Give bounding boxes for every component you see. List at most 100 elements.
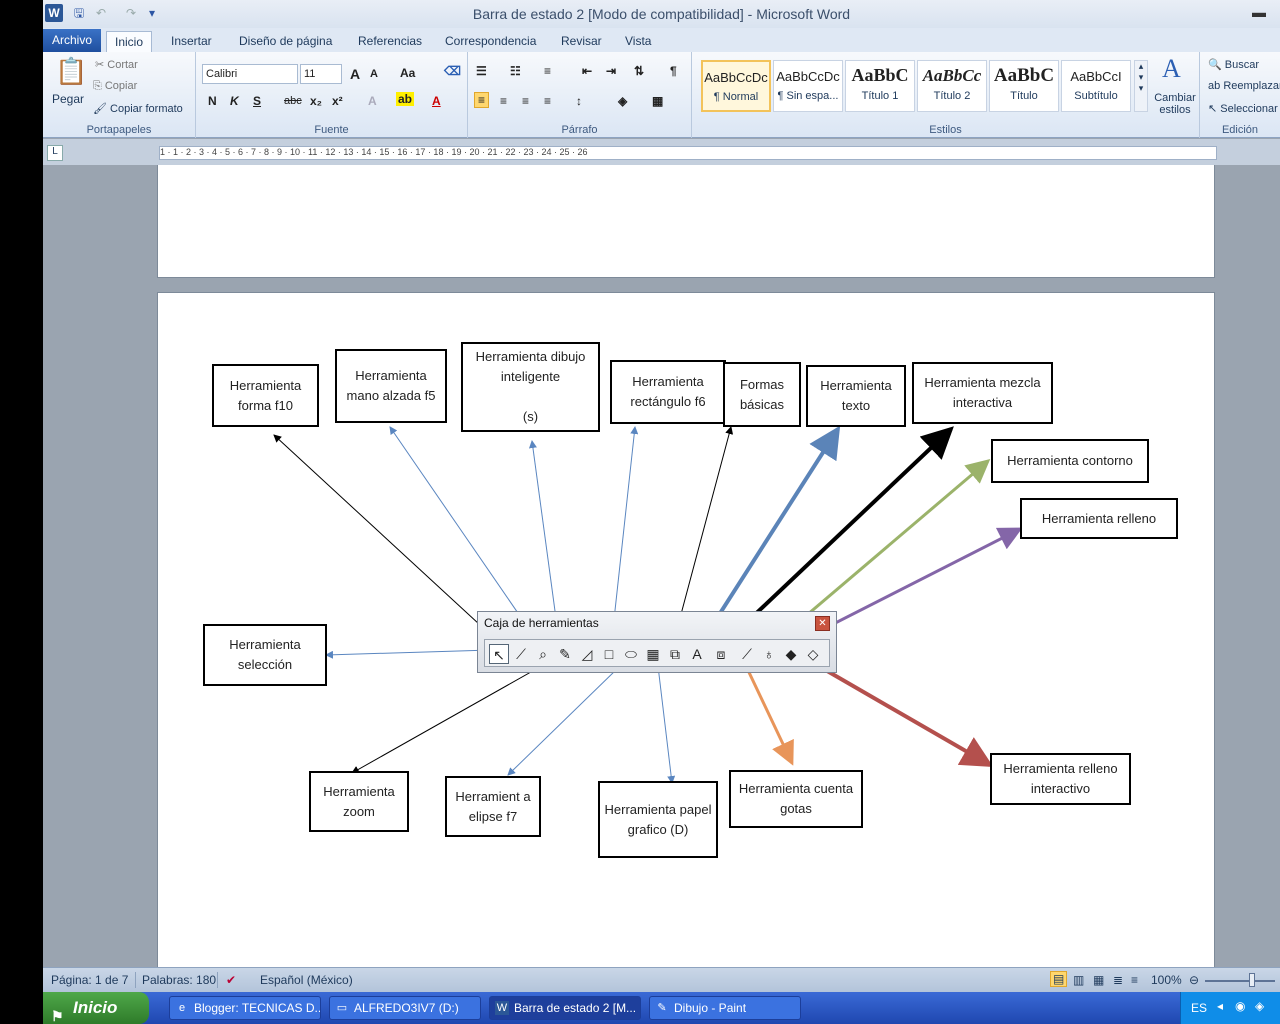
draft-view-icon[interactable]: ≡ <box>1131 973 1138 987</box>
tab-vista[interactable]: Vista <box>617 31 659 52</box>
basic-shapes-tool-icon[interactable]: ⧉ <box>665 644 685 664</box>
align-left-icon[interactable]: ≡ <box>474 92 490 108</box>
increase-indent-icon[interactable]: ⇥ <box>606 64 616 78</box>
zoom-slider[interactable] <box>1205 980 1275 982</box>
outline-view-icon[interactable]: ≣ <box>1113 973 1123 987</box>
change-case-button[interactable]: Aa <box>400 66 415 80</box>
label-cuenta-gotas[interactable]: Herramienta cuenta gotas <box>729 770 863 828</box>
label-mezcla[interactable]: Herramienta mezcla interactiva <box>912 362 1053 424</box>
language[interactable]: Español (México) <box>260 973 353 987</box>
tab-referencias[interactable]: Referencias <box>350 31 430 52</box>
label-texto[interactable]: Herramienta texto <box>806 365 906 427</box>
align-right-icon[interactable]: ≡ <box>522 94 529 108</box>
cut-button[interactable]: ✂ Cortar <box>95 58 138 71</box>
label-mano-alzada[interactable]: Herramienta mano alzada f5 <box>335 349 447 423</box>
outline-tool-icon[interactable]: ♁ <box>759 644 779 664</box>
interactive-fill-tool-icon[interactable]: ◇ <box>803 644 823 664</box>
change-styles-button[interactable]: Cambiar estilos <box>1150 92 1200 116</box>
style-normal[interactable]: AaBbCcDc ¶ Normal <box>701 60 771 112</box>
zoom-slider-thumb[interactable] <box>1249 973 1255 987</box>
subscript-button[interactable]: x₂ <box>310 94 322 108</box>
zoom-tool-icon[interactable]: ⌕ <box>533 644 553 664</box>
text-tool-icon[interactable]: A <box>687 644 707 664</box>
style-subtitulo[interactable]: AaBbCcI Subtítulo <box>1061 60 1131 112</box>
label-seleccion[interactable]: Herramienta selección <box>203 624 327 686</box>
font-color-icon[interactable]: A <box>432 94 441 108</box>
tray-expand-icon[interactable]: ◂ <box>1217 999 1223 1013</box>
task-word[interactable]: W Barra de estado 2 [M... <box>489 996 641 1020</box>
zoom-out-icon[interactable]: ⊖ <box>1189 973 1199 987</box>
toolbox-close-icon[interactable]: ✕ <box>815 616 830 631</box>
page-current[interactable]: Herramienta forma f10 Herramienta mano a… <box>157 292 1215 967</box>
shape-tool-icon[interactable]: ⟋ <box>511 644 531 664</box>
font-size-select[interactable]: 11 <box>300 64 342 84</box>
select-button[interactable]: ↖ Seleccionar <box>1208 102 1278 115</box>
find-button[interactable]: 🔍 Buscar <box>1208 58 1259 71</box>
tab-revisar[interactable]: Revisar <box>553 31 610 52</box>
label-dibujo-inteligente[interactable]: Herramienta dibujo inteligente (s) <box>461 342 600 432</box>
toolbox-image[interactable]: Caja de herramientas ✕ ↖ ⟋ ⌕ ✎ ◿ □ ⬭ ▦ ⧉… <box>477 611 837 673</box>
graph-paper-tool-icon[interactable]: ▦ <box>643 644 663 664</box>
label-elipse[interactable]: Herramient a elipse f7 <box>445 776 541 837</box>
pick-tool-icon[interactable]: ↖ <box>489 644 509 664</box>
language-indicator[interactable]: ES <box>1191 1001 1207 1015</box>
task-explorer[interactable]: ▭ ALFREDO3IV7 (D:) <box>329 996 481 1020</box>
freehand-tool-icon[interactable]: ✎ <box>555 644 575 664</box>
task-blogger[interactable]: e Blogger: TECNICAS D... <box>169 996 321 1020</box>
label-relleno-interactivo[interactable]: Herramienta relleno interactivo <box>990 753 1131 805</box>
sort-icon[interactable]: ⇅ <box>634 64 644 78</box>
smart-draw-tool-icon[interactable]: ◿ <box>577 644 597 664</box>
fill-tool-icon[interactable]: ◆ <box>781 644 801 664</box>
tab-diseno[interactable]: Diseño de página <box>231 31 340 52</box>
multilevel-list-icon[interactable]: ≡ <box>544 64 551 78</box>
web-layout-icon[interactable]: ▦ <box>1093 973 1104 987</box>
superscript-button[interactable]: x² <box>332 94 343 108</box>
text-effects-icon[interactable]: A <box>368 94 377 108</box>
shrink-font-button[interactable]: A <box>370 68 378 80</box>
highlight-icon[interactable]: ab <box>396 92 415 106</box>
bold-button[interactable]: N <box>208 94 217 108</box>
shading-icon[interactable]: ◈ <box>618 94 627 108</box>
numbering-icon[interactable]: ☷ <box>510 64 521 78</box>
style-titulo-1[interactable]: AaBbC Título 1 <box>845 60 915 112</box>
strike-button[interactable]: abc <box>284 95 302 107</box>
label-forma[interactable]: Herramienta forma f10 <box>212 364 319 427</box>
clear-format-icon[interactable]: ⌫ <box>444 64 461 78</box>
italic-button[interactable]: K <box>230 94 239 108</box>
full-screen-reading-icon[interactable]: ▥ <box>1073 973 1084 987</box>
pilcrow-icon[interactable]: ¶ <box>670 64 677 78</box>
document-area[interactable]: Herramienta forma f10 Herramienta mano a… <box>43 165 1280 967</box>
style-titulo[interactable]: AaBbC Título <box>989 60 1059 112</box>
proofing-icon[interactable]: ✔ <box>226 973 236 987</box>
task-paint[interactable]: ✎ Dibujo - Paint <box>649 996 801 1020</box>
tab-inicio[interactable]: Inicio <box>106 31 153 52</box>
align-center-icon[interactable]: ≡ <box>500 94 507 108</box>
replace-button[interactable]: ab Reemplazar <box>1208 80 1280 92</box>
horizontal-ruler[interactable]: L 1 · 1 · 2 · 3 · 4 · 5 · 6 · 7 · 8 · 9 … <box>43 139 1280 165</box>
justify-icon[interactable]: ≡ <box>544 94 551 108</box>
bullets-icon[interactable]: ☰ <box>476 64 487 78</box>
rectangle-tool-icon[interactable]: □ <box>599 644 619 664</box>
underline-button[interactable]: S <box>253 94 261 108</box>
label-contorno[interactable]: Herramienta contorno <box>991 439 1149 483</box>
font-name-select[interactable]: Calibri <box>202 64 298 84</box>
style-sin-espaciado[interactable]: AaBbCcDc ¶ Sin espa... <box>773 60 843 112</box>
word-count[interactable]: Palabras: 180 <box>142 973 216 987</box>
line-spacing-icon[interactable]: ↕ <box>576 94 582 108</box>
zoom-level[interactable]: 100% <box>1151 973 1182 987</box>
borders-icon[interactable]: ▦ <box>652 94 663 108</box>
style-titulo-2[interactable]: AaBbCc Título 2 <box>917 60 987 112</box>
label-rectangulo[interactable]: Herramienta rectángulo f6 <box>610 360 726 424</box>
label-relleno[interactable]: Herramienta relleno <box>1020 498 1178 539</box>
label-zoom[interactable]: Herramienta zoom <box>309 771 409 832</box>
page-previous[interactable] <box>157 165 1215 278</box>
security-icon[interactable]: ◈ <box>1255 999 1264 1013</box>
paste-button[interactable]: Pegar <box>52 92 84 106</box>
tab-archivo[interactable]: Archivo <box>43 29 102 52</box>
label-papel-grafico[interactable]: Herramienta papel grafico (D) <box>598 781 718 858</box>
start-button[interactable]: ⚑ Inicio <box>43 992 149 1024</box>
page-count[interactable]: Página: 1 de 7 <box>51 973 128 987</box>
format-painter-button[interactable]: 🖌 Copiar formato <box>93 102 183 115</box>
blend-tool-icon[interactable]: ⧈ <box>711 644 731 664</box>
label-formas-basicas[interactable]: Formas básicas <box>723 362 801 427</box>
